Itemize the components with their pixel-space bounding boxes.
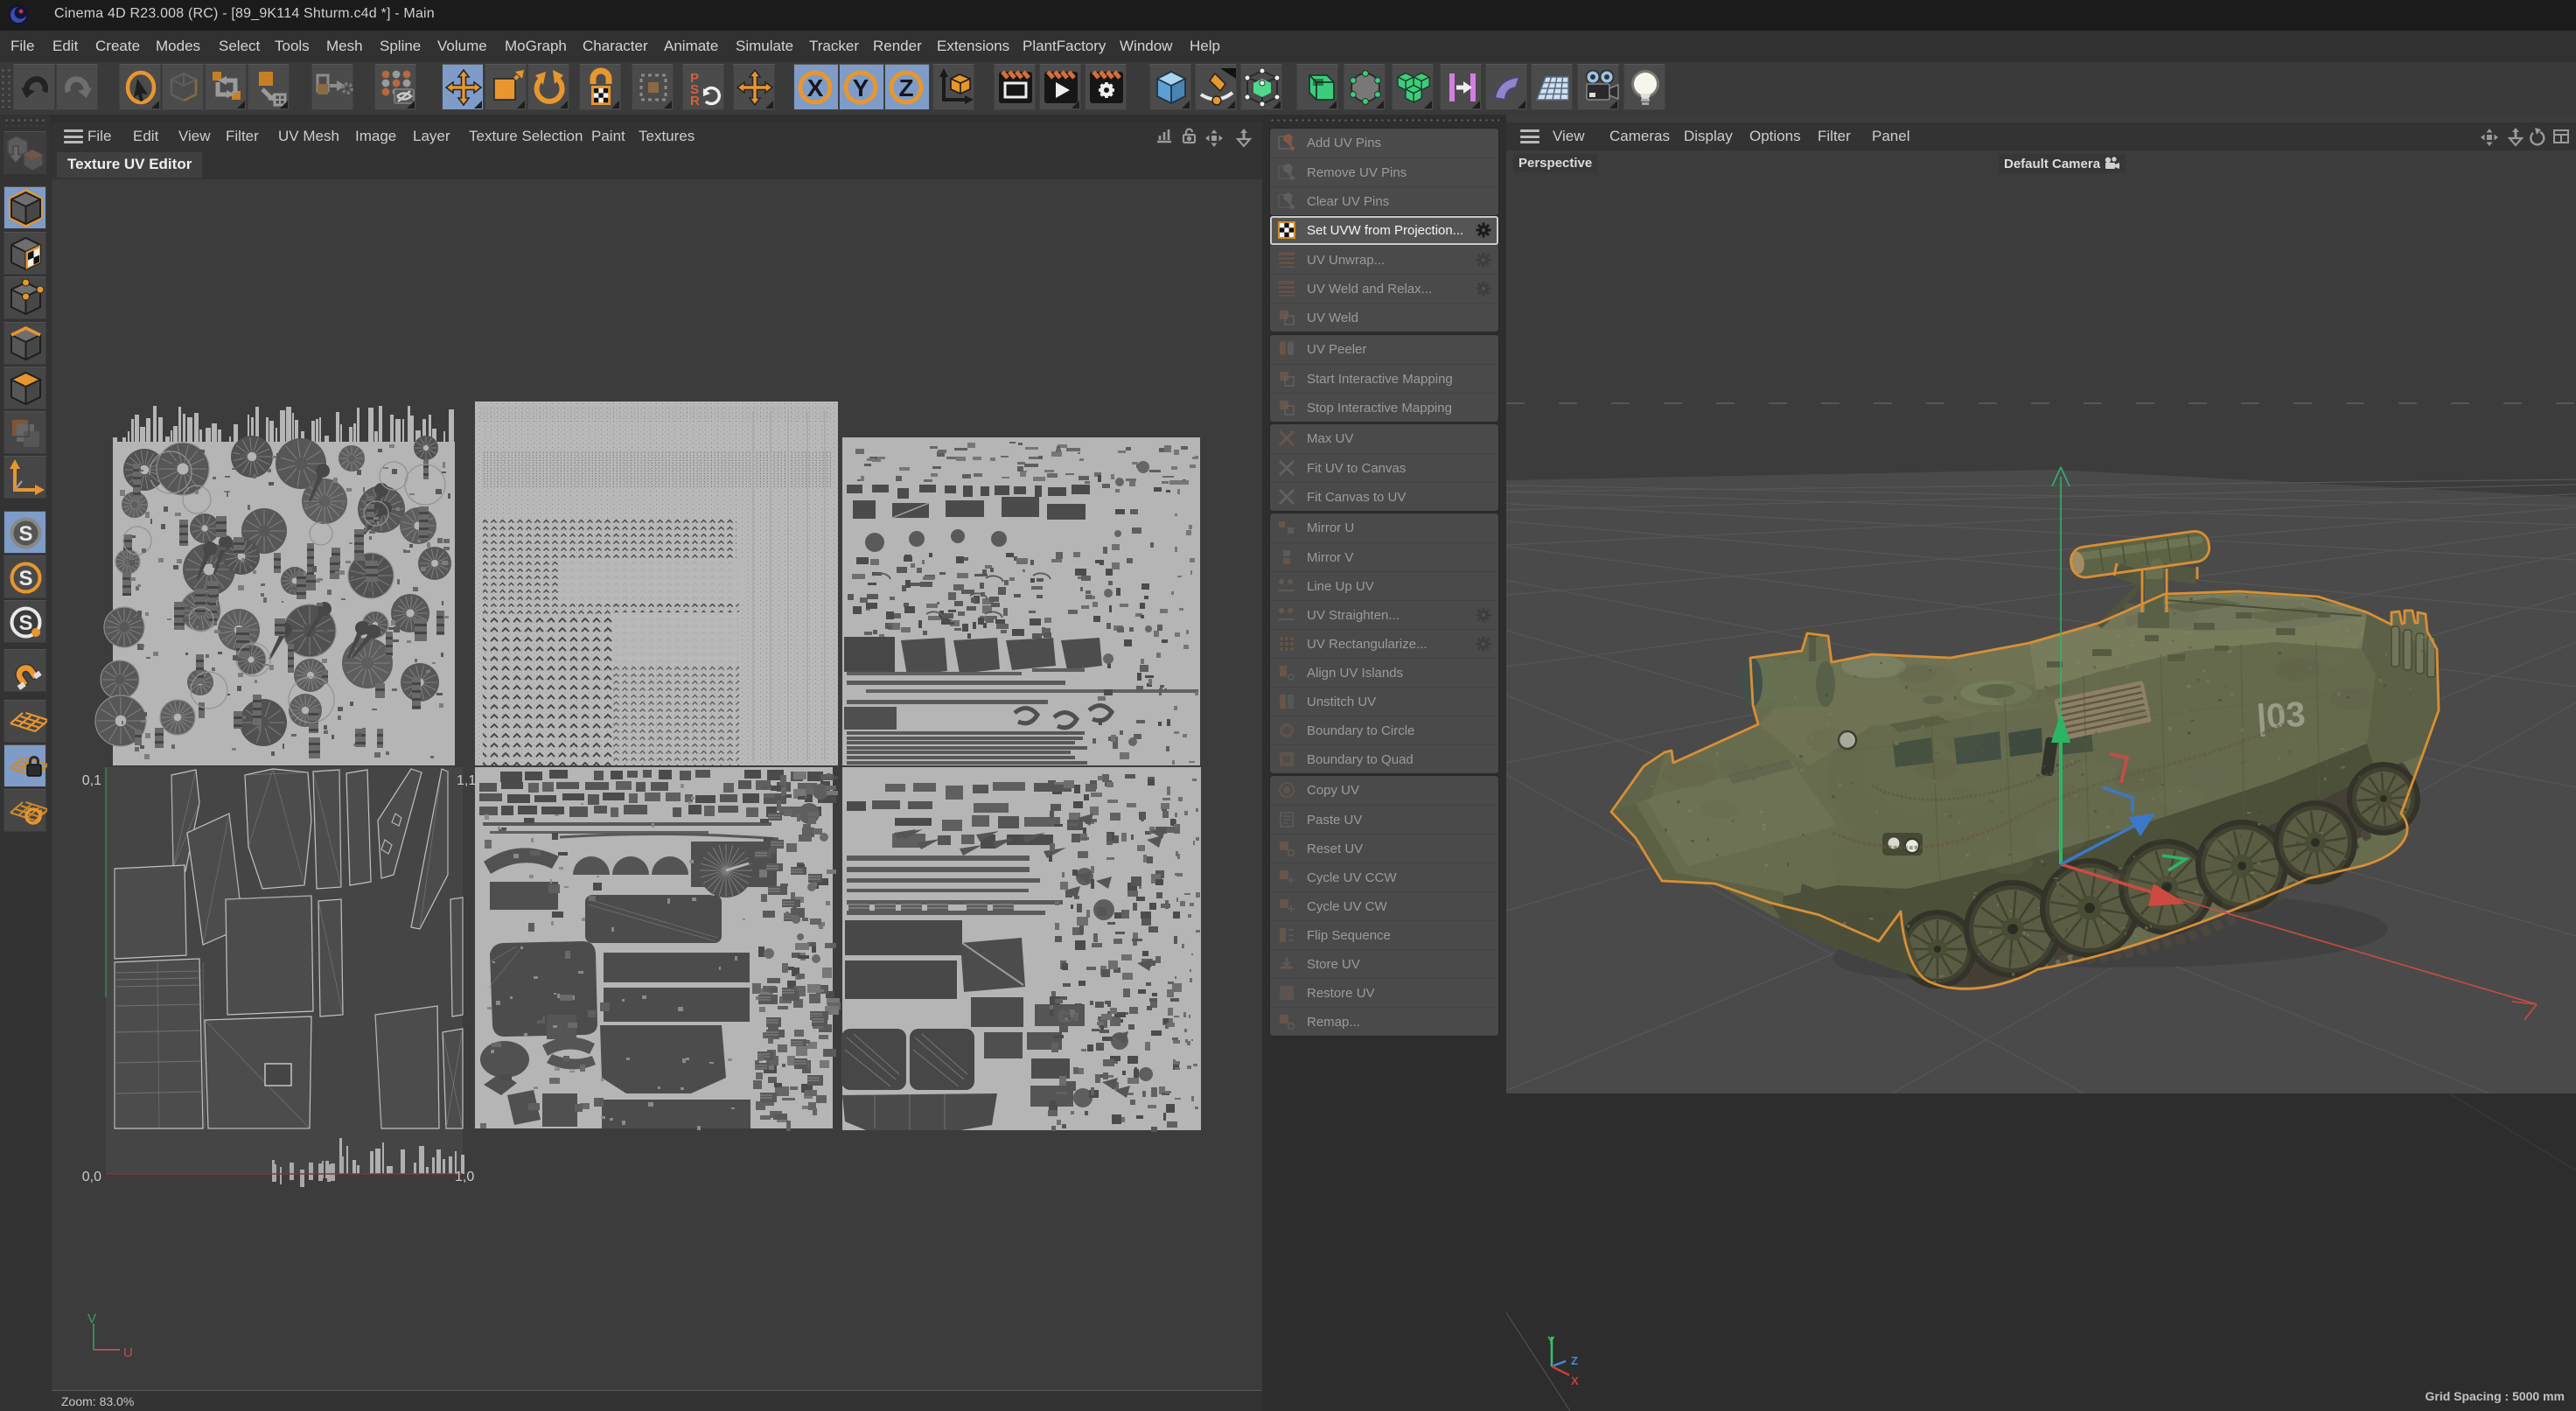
- svg-text:Y: Y: [853, 74, 869, 101]
- svg-text:S: S: [18, 522, 32, 546]
- svg-text:X: X: [1571, 1374, 1579, 1387]
- svg-text:0,0: 0,0: [82, 1170, 101, 1184]
- svg-text:U: U: [123, 1345, 133, 1360]
- svg-text:X: X: [807, 74, 824, 101]
- svg-text:V: V: [87, 1311, 96, 1326]
- svg-text:R: R: [690, 94, 700, 108]
- svg-text:S: S: [18, 611, 32, 635]
- svg-text:0,1: 0,1: [82, 773, 101, 788]
- svg-text:1,1: 1,1: [457, 773, 476, 788]
- svg-text:Z: Z: [898, 74, 913, 101]
- svg-text:|03: |03: [2255, 695, 2307, 737]
- svg-text:Z: Z: [1571, 1354, 1578, 1367]
- svg-text:Y: Y: [1547, 1334, 1555, 1347]
- svg-text:1,0: 1,0: [455, 1170, 474, 1184]
- svg-text:S: S: [18, 567, 32, 590]
